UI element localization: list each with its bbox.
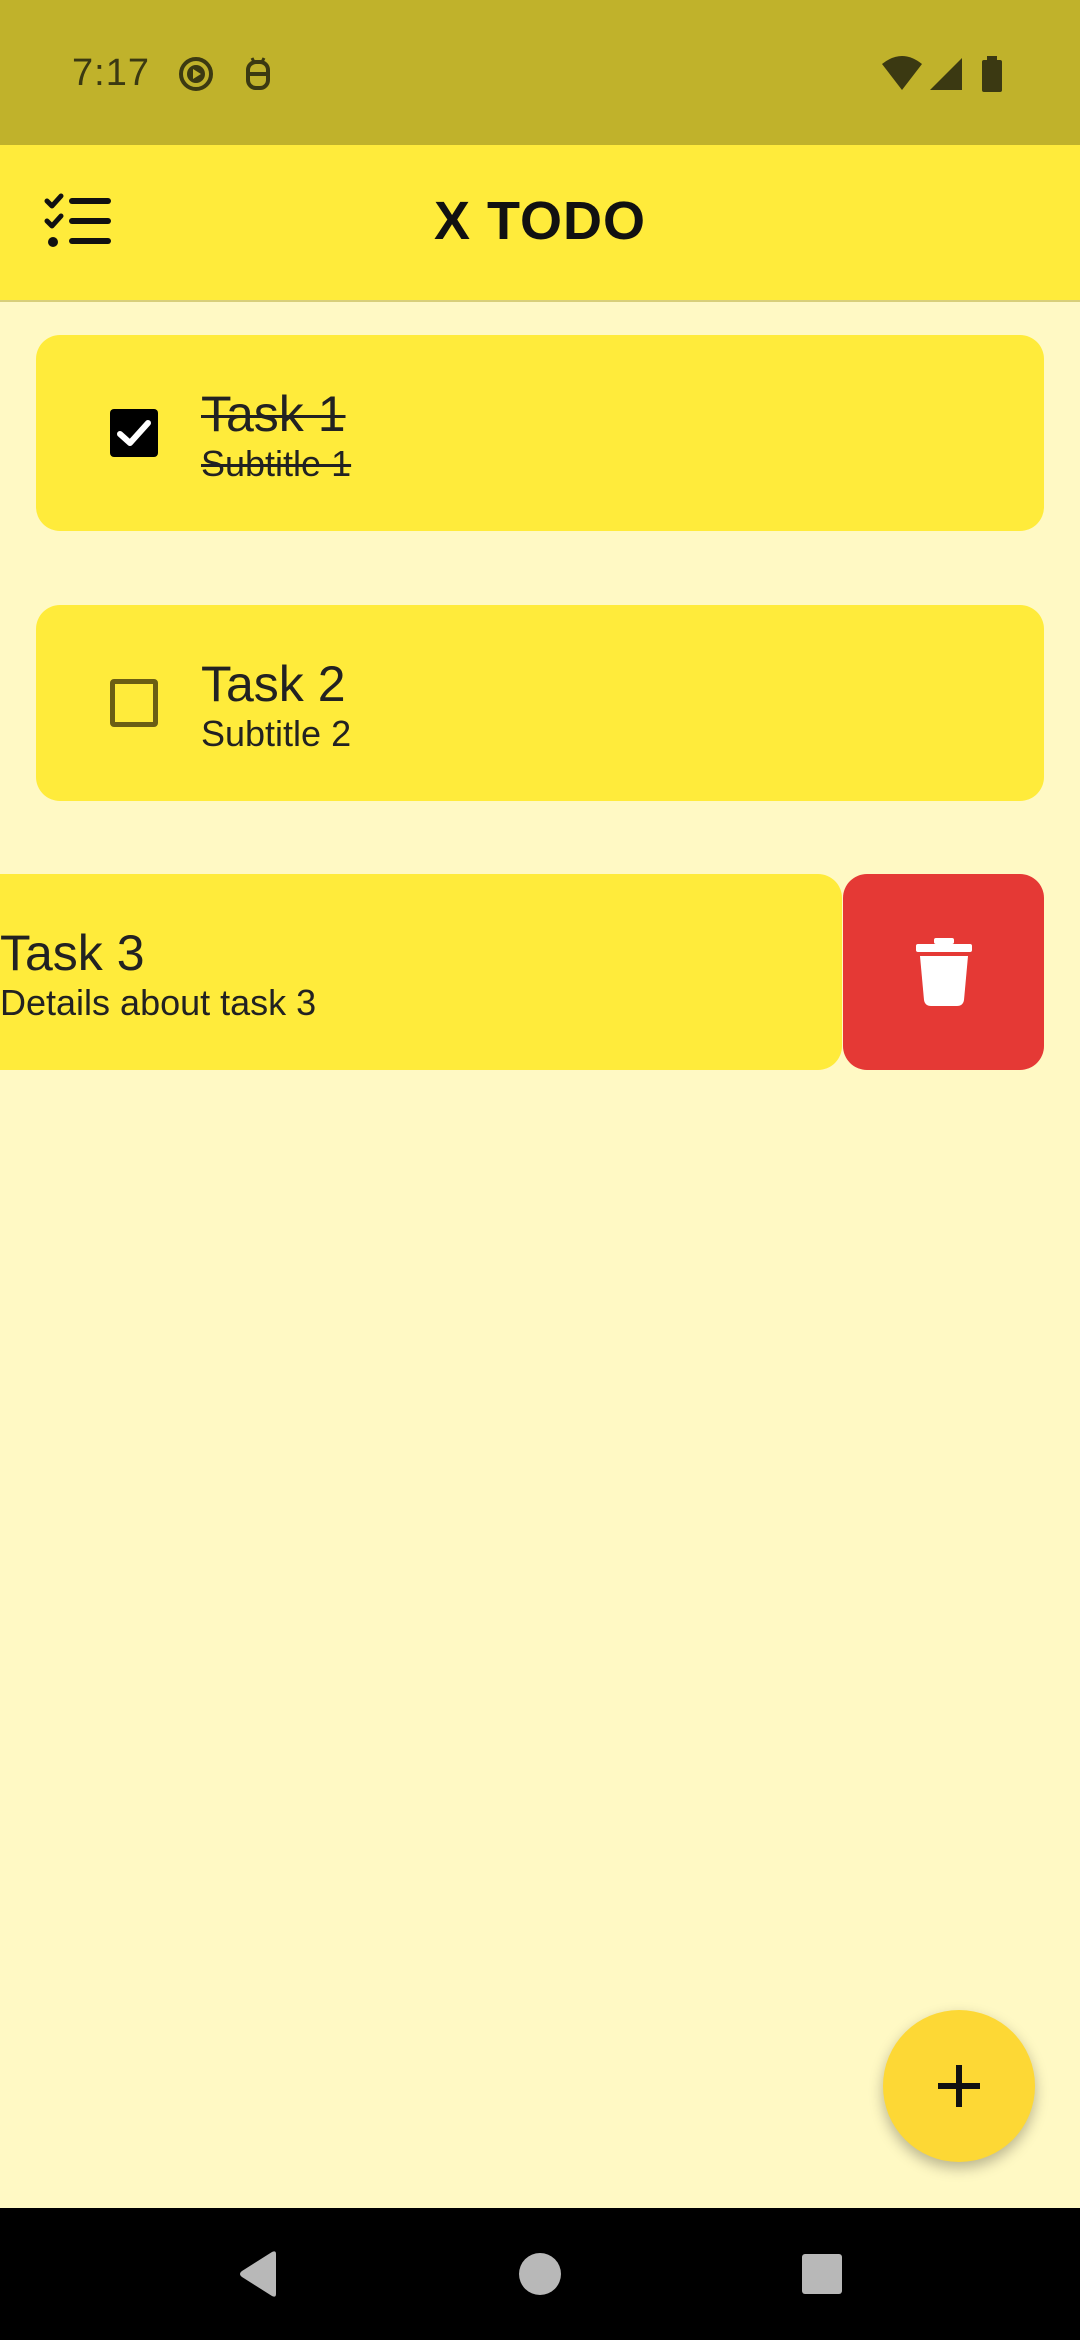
home-button[interactable]	[514, 2248, 566, 2300]
debug-robot-icon	[246, 57, 270, 90]
back-button[interactable]	[232, 2248, 284, 2300]
plus-icon	[938, 2065, 980, 2107]
task-card-3[interactable]: Task 3 Details about task 3	[0, 874, 842, 1070]
task-card-1[interactable]: Task 1 Subtitle 1	[36, 335, 1044, 531]
wifi-icon	[882, 56, 922, 90]
task-card-2[interactable]: Task 2 Subtitle 2	[36, 605, 1044, 801]
recents-icon	[802, 2254, 842, 2294]
trash-icon	[915, 938, 972, 1006]
app-title: X TODO	[433, 191, 647, 251]
home-icon	[519, 2253, 561, 2295]
system-nav-bar	[0, 2208, 1080, 2340]
task-subtitle-1: Subtitle 1	[201, 443, 352, 484]
task-title-1: Task 1	[201, 386, 346, 442]
back-icon	[240, 2251, 276, 2297]
battery-icon	[982, 56, 1002, 92]
status-time: 7:17	[72, 52, 150, 94]
check-icon	[117, 420, 151, 446]
add-task-button[interactable]	[883, 2010, 1035, 2162]
task-subtitle-2: Subtitle 2	[201, 713, 352, 754]
recents-button[interactable]	[796, 2248, 848, 2300]
media-play-icon	[179, 57, 213, 91]
app-bar: X TODO	[0, 145, 1080, 302]
task-subtitle-3: Details about task 3	[0, 982, 317, 1023]
status-bar: 7:17	[0, 0, 1080, 145]
delete-task-button[interactable]	[843, 874, 1044, 1070]
task-checkbox-2[interactable]	[110, 679, 158, 727]
task-checkbox-1[interactable]	[110, 409, 158, 457]
cell-signal-icon	[930, 58, 962, 90]
task-title-3: Task 3	[0, 925, 145, 981]
task-title-2: Task 2	[201, 656, 346, 712]
